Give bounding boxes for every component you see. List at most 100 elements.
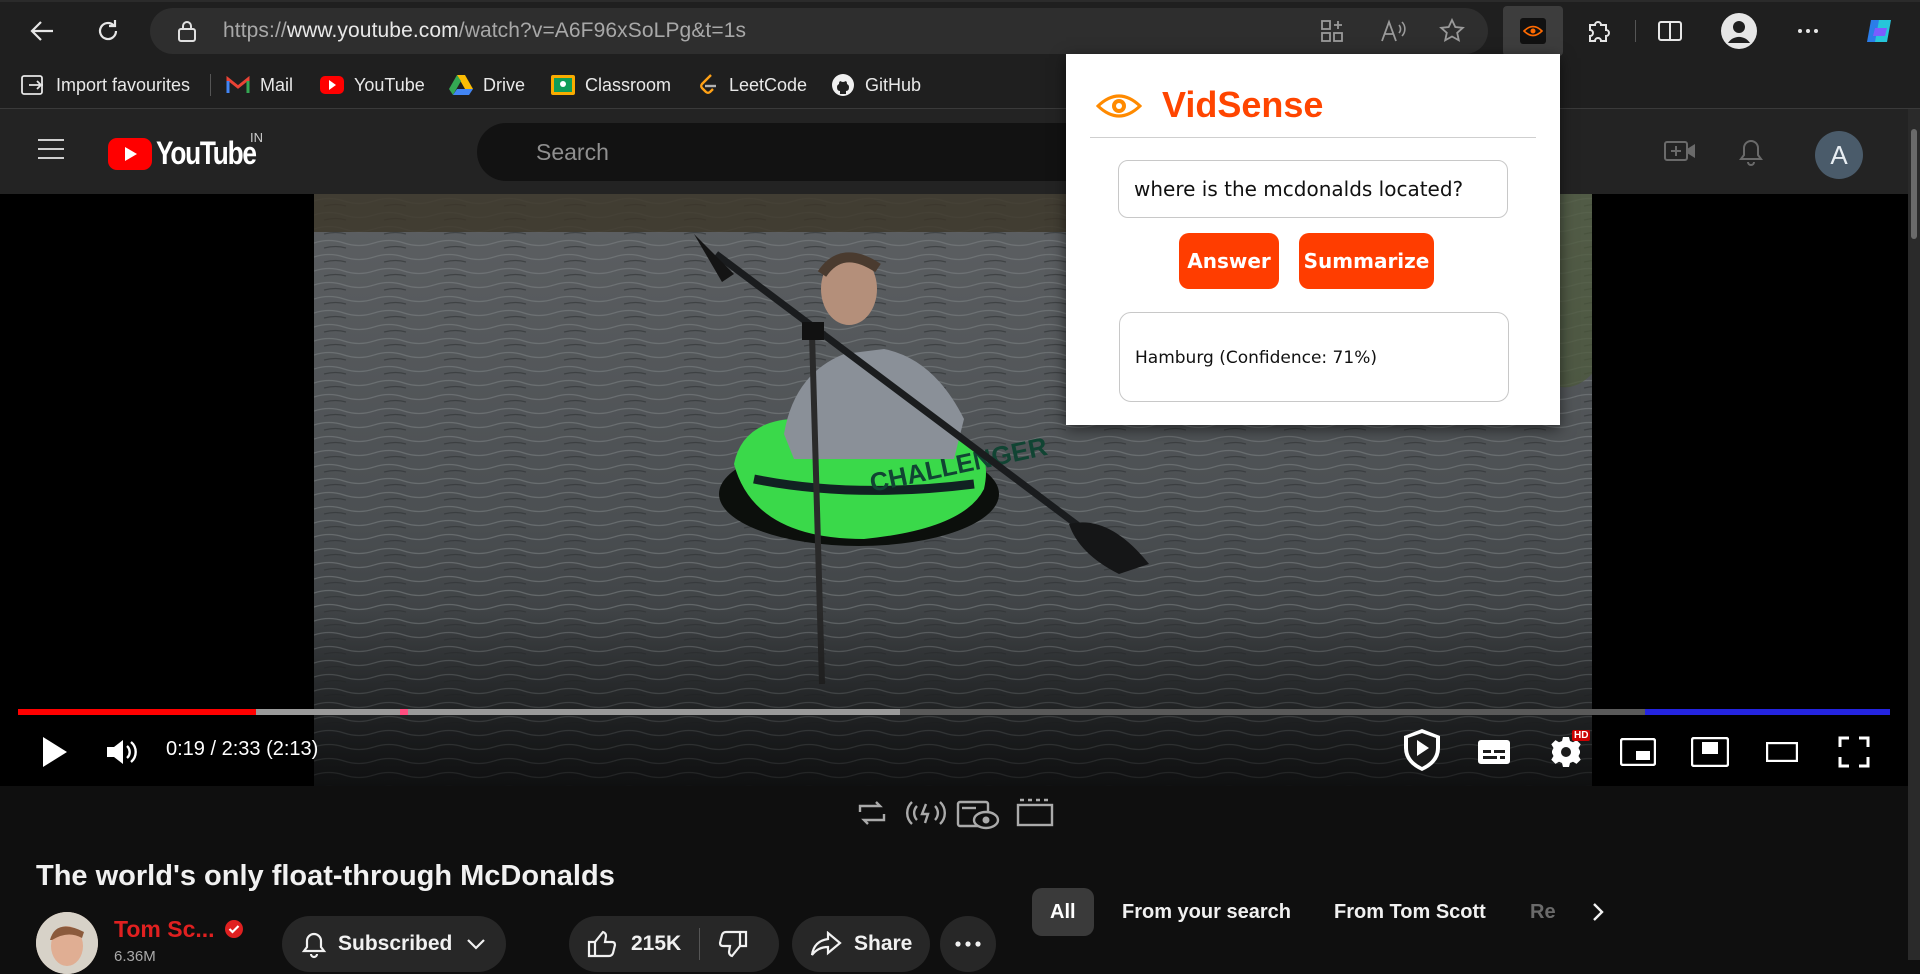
profile-button[interactable]: [1719, 11, 1759, 51]
vidsense-eye-icon: [1096, 92, 1142, 120]
miniplayer-button[interactable]: [1618, 732, 1658, 772]
address-bar[interactable]: https://www.youtube.com/watch?v=A6F96xSo…: [150, 8, 1488, 54]
theater-mode-button[interactable]: [1762, 732, 1802, 772]
bookmark-import-favourites[interactable]: Import favourites: [20, 69, 190, 101]
lock-icon[interactable]: [176, 19, 198, 43]
settings-button[interactable]: HD: [1546, 730, 1591, 772]
share-button[interactable]: Share: [792, 916, 930, 972]
cinema-mode-icon[interactable]: [1016, 798, 1054, 828]
answer-button[interactable]: Answer: [1179, 233, 1279, 289]
channel-name[interactable]: Tom Sc...: [114, 916, 215, 943]
player-extension-toolbar: [856, 796, 1056, 832]
chip-from-your-search[interactable]: From your search: [1104, 888, 1309, 936]
fullscreen-icon: [1838, 736, 1870, 768]
account-avatar[interactable]: A: [1815, 131, 1863, 179]
copilot-icon: [1867, 20, 1891, 42]
theater-icon: [1766, 742, 1798, 762]
copilot-button[interactable]: [1860, 11, 1900, 51]
hamburger-menu-icon[interactable]: [36, 137, 66, 161]
sponsor-segment-marker: [1645, 709, 1890, 715]
app-available-icon[interactable]: [1320, 19, 1344, 43]
chip-all[interactable]: All: [1032, 888, 1094, 936]
time-display: 0:19 / 2:33 (2:13): [166, 738, 319, 760]
bookmark-mail[interactable]: Mail: [226, 69, 293, 101]
vidsense-popup: VidSense where is the mcdonalds located?…: [1066, 54, 1560, 425]
subtitles-button[interactable]: [1474, 732, 1514, 772]
youtube-logo[interactable]: YouTube IN: [108, 130, 278, 172]
youtube-play-logo-icon: [108, 137, 152, 170]
bookmark-label: Classroom: [585, 74, 672, 95]
pip-icon: [1691, 737, 1729, 767]
screenshot-view-icon[interactable]: [956, 798, 1000, 830]
picture-in-picture-button[interactable]: [1690, 732, 1730, 772]
search-placeholder: Search: [536, 139, 609, 165]
audio-boost-icon[interactable]: [904, 798, 948, 828]
refresh-icon: [98, 20, 118, 41]
fullscreen-button[interactable]: [1834, 732, 1874, 772]
puzzle-icon: [1589, 21, 1610, 42]
chip-related[interactable]: Re: [1512, 888, 1574, 936]
refresh-button[interactable]: [88, 11, 128, 51]
classroom-icon: [551, 75, 575, 95]
like-dislike-group: 215K: [569, 916, 779, 972]
miniplayer-icon: [1620, 738, 1656, 766]
bookmark-classroom[interactable]: Classroom: [551, 69, 671, 101]
bookmark-github[interactable]: GitHub: [831, 69, 921, 101]
youtube-icon: [320, 76, 344, 94]
popup-divider: [1090, 137, 1536, 138]
vidsense-extension-button[interactable]: [1503, 6, 1563, 56]
youtube-search-input[interactable]: Search: [477, 123, 1117, 181]
youtube-masthead: YouTube IN Search A: [0, 109, 1908, 194]
bookmark-label: Drive: [483, 74, 526, 95]
eye-icon: [1520, 18, 1546, 44]
extensions-button[interactable]: [1578, 11, 1618, 51]
gmail-icon: [226, 76, 250, 93]
like-button[interactable]: 215K: [569, 916, 699, 972]
video-title: The world's only float-through McDonalds: [36, 860, 615, 892]
sponsorblock-button[interactable]: [1398, 726, 1446, 774]
bookmark-label: Mail: [260, 74, 294, 95]
more-actions-button[interactable]: [940, 916, 996, 972]
play-button[interactable]: [34, 732, 74, 772]
youtube-wordmark: YouTube: [156, 135, 257, 171]
notifications-bell-icon[interactable]: [1737, 135, 1765, 167]
back-button[interactable]: [22, 11, 62, 51]
share-label: Share: [854, 932, 913, 955]
vidsense-title: VidSense: [1162, 84, 1324, 125]
url-text[interactable]: https://www.youtube.com/watch?v=A6F96xSo…: [223, 19, 746, 43]
video-player[interactable]: CHALLENGER 0:19 / 2:33 (2:13): [0, 194, 1908, 786]
bookmark-label: YouTube: [354, 74, 425, 95]
bookmark-drive[interactable]: Drive: [449, 69, 525, 101]
github-icon: [832, 74, 854, 96]
subscribed-label: Subscribed: [338, 932, 453, 955]
chapter-marker[interactable]: [400, 709, 408, 715]
create-video-icon[interactable]: [1663, 137, 1697, 165]
favorite-star-icon[interactable]: [1439, 18, 1465, 44]
subscriber-count: 6.36M: [114, 948, 156, 965]
bell-icon: [301, 932, 327, 959]
channel-avatar[interactable]: [36, 912, 98, 974]
chevron-down-icon: [467, 939, 486, 950]
subscribed-button[interactable]: Subscribed: [282, 916, 506, 972]
read-aloud-icon[interactable]: [1380, 19, 1406, 43]
chip-from-tom-scott[interactable]: From Tom Scott: [1316, 888, 1504, 936]
bookmark-youtube[interactable]: YouTube: [320, 69, 425, 101]
page-scrollbar[interactable]: [1908, 109, 1920, 960]
split-screen-button[interactable]: [1650, 11, 1690, 51]
toolbar-divider: [1635, 20, 1636, 42]
summarize-button[interactable]: Summarize: [1299, 233, 1434, 289]
browser-toolbar: https://www.youtube.com/watch?v=A6F96xSo…: [0, 0, 1920, 62]
loop-icon[interactable]: [856, 798, 888, 828]
settings-more-button[interactable]: [1788, 11, 1828, 51]
like-count: 215K: [631, 932, 682, 955]
volume-button[interactable]: [102, 732, 142, 772]
import-icon: [21, 75, 43, 95]
question-input[interactable]: where is the mcdonalds located?: [1118, 160, 1508, 218]
chips-next-button[interactable]: [1574, 888, 1622, 936]
bookmark-label: Import favourites: [56, 74, 191, 95]
scrollbar-thumb[interactable]: [1911, 129, 1917, 239]
shield-play-icon: [1404, 729, 1440, 771]
dislike-button[interactable]: [700, 916, 766, 972]
chevron-right-icon: [1593, 903, 1604, 921]
bookmark-leetcode[interactable]: LeetCode: [697, 69, 807, 101]
